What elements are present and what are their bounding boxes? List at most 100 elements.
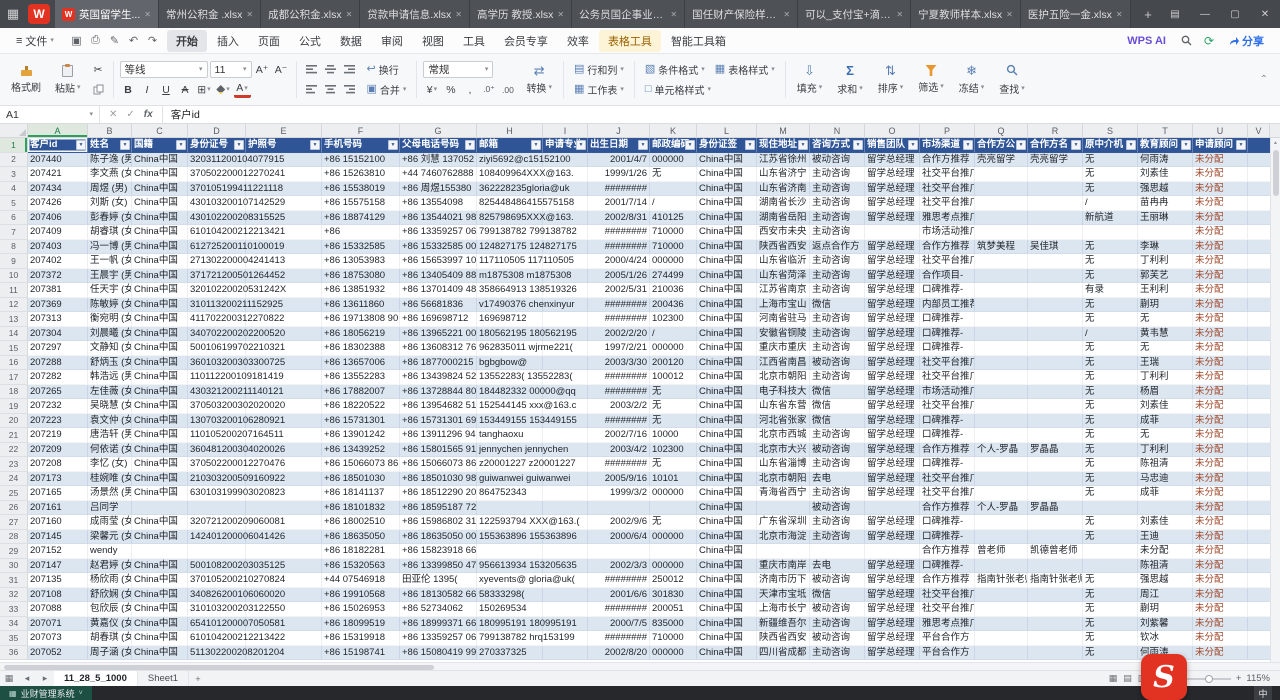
cell[interactable]: 河南省驻马 [757, 312, 810, 327]
cell[interactable]: China中国 [132, 573, 188, 588]
cell[interactable]: 未分配 [1193, 312, 1248, 327]
cell[interactable]: 留学总经理 [865, 515, 920, 530]
cell[interactable]: 个人-罗晶 [975, 443, 1028, 458]
cell[interactable]: 李琳 [1138, 240, 1193, 255]
cell[interactable] [1028, 211, 1083, 226]
cell[interactable]: 被动咨询 [810, 631, 865, 646]
cell[interactable]: 成菲 [1138, 414, 1193, 429]
cell[interactable]: +86 19713808 90 [322, 312, 400, 327]
system-name-dropdown[interactable]: ▦业财管理系统˅ [0, 686, 92, 700]
cell[interactable]: 207288 [28, 356, 88, 371]
cell[interactable]: bgbgbow@ [477, 356, 543, 371]
cell[interactable]: +86 15080419 99 [400, 646, 477, 661]
cell[interactable]: 未分配 [1193, 254, 1248, 269]
cell[interactable]: 被动咨询 [810, 501, 865, 516]
cell[interactable]: +86 18874129 [322, 211, 400, 226]
cell[interactable]: 155363896 155363896 [477, 530, 543, 545]
cell[interactable]: 未分配 [1193, 356, 1248, 371]
cell[interactable]: +86 13439824 52 [400, 370, 477, 385]
cell[interactable] [1028, 356, 1083, 371]
filter-icon[interactable]: ▼ [798, 140, 808, 150]
cell[interactable]: 赵君婷 (女 [88, 559, 132, 574]
cell[interactable]: 合作方推荐 [920, 501, 975, 516]
cell[interactable]: China中国 [132, 428, 188, 443]
cell[interactable]: 有录 [1083, 283, 1138, 298]
cell[interactable]: 未分配 [1193, 617, 1248, 632]
cell[interactable]: China中国 [697, 414, 757, 429]
cell[interactable]: 钦冰 [1138, 631, 1193, 646]
cell[interactable]: 无 [1083, 414, 1138, 429]
cell[interactable] [975, 385, 1028, 400]
filter-icon[interactable]: ▼ [576, 140, 586, 150]
cell[interactable]: 任天宇 (女 [88, 283, 132, 298]
row-number[interactable]: 24 [0, 472, 28, 487]
cell[interactable]: 主动咨询 [810, 486, 865, 501]
sheet-tab[interactable]: 11_28_5_1000 [54, 671, 138, 686]
cell[interactable]: 王迪 [1138, 530, 1193, 545]
cell[interactable]: 180562195 180562195 [477, 327, 543, 342]
cell[interactable]: 出生日期▼ [588, 138, 650, 153]
cell[interactable]: 合作方推荐 [920, 240, 975, 255]
cell[interactable]: 207173 [28, 472, 88, 487]
cell[interactable]: 200051 [650, 602, 697, 617]
zoom-in-icon[interactable]: + [1236, 673, 1242, 684]
menu-tab[interactable]: 工具 [454, 30, 494, 52]
filter-icon[interactable]: ▼ [176, 140, 186, 150]
filter-icon[interactable]: ▼ [853, 140, 863, 150]
cell[interactable]: +86 15986802 31 [400, 515, 477, 530]
cell[interactable]: +86 15538019 [322, 182, 400, 197]
cell[interactable]: 销售团队▼ [865, 138, 920, 153]
cell[interactable]: China中国 [132, 399, 188, 414]
sum-button[interactable]: Σ求和▾ [832, 61, 868, 98]
cell[interactable]: 口碑推荐- [920, 530, 975, 545]
cell[interactable]: 王利利 [1138, 283, 1193, 298]
freeze-button[interactable]: ❄冻结▾ [954, 62, 990, 97]
cell[interactable]: 511302200208201204 [188, 646, 246, 661]
cell[interactable]: 207421 [28, 167, 88, 182]
cell[interactable]: China中国 [132, 298, 188, 313]
cell[interactable]: China中国 [132, 341, 188, 356]
filter-icon[interactable]: ▼ [1126, 140, 1136, 150]
cell[interactable]: China中国 [697, 356, 757, 371]
cell[interactable] [543, 646, 588, 661]
cell[interactable]: 207402 [28, 254, 88, 269]
cell[interactable] [1028, 312, 1083, 327]
cell[interactable] [975, 298, 1028, 313]
cell[interactable]: 主动咨询 [810, 341, 865, 356]
cell[interactable]: 罗晶晶 [1028, 443, 1083, 458]
cell[interactable]: 北京市海淀 [757, 530, 810, 545]
cell[interactable]: 留学总经理 [865, 240, 920, 255]
cell[interactable]: 未分配 [1193, 370, 1248, 385]
row-number[interactable]: 23 [0, 457, 28, 472]
cell[interactable]: ######## [588, 240, 650, 255]
cell[interactable]: 黄嘉仪 (女 [88, 617, 132, 632]
cell[interactable]: +86 15152100 [322, 153, 400, 168]
cell[interactable]: 国籍▼ [132, 138, 188, 153]
cell[interactable]: China中国 [697, 327, 757, 342]
cell[interactable]: 合作方名▼ [1028, 138, 1083, 153]
cell[interactable]: 122593794 XXX@163.( [477, 515, 543, 530]
cell[interactable]: 新航道 [1083, 211, 1138, 226]
cell[interactable]: 何依诺 (女 [88, 443, 132, 458]
cell[interactable]: tanghaoxu [477, 428, 543, 443]
sheet-tab[interactable]: Sheet1 [138, 671, 189, 686]
cell[interactable]: 蒯玥 [1138, 298, 1193, 313]
cell[interactable]: China中国 [132, 167, 188, 182]
cell[interactable]: 留学总经理 [865, 559, 920, 574]
cell[interactable]: 207403 [28, 240, 88, 255]
cell[interactable]: ######## [588, 182, 650, 197]
cell[interactable]: 371721200501264452 [188, 269, 246, 284]
cell[interactable] [188, 501, 246, 516]
cloud-sync-icon[interactable]: ⟳ [1198, 34, 1220, 48]
cell[interactable]: 文静知 (女 [88, 341, 132, 356]
cell[interactable]: 207147 [28, 559, 88, 574]
cell[interactable]: 200436 [650, 298, 697, 313]
cell[interactable]: 成雨莹 (女 [88, 515, 132, 530]
cell[interactable]: 留学总经理 [865, 457, 920, 472]
cell[interactable]: China中国 [132, 559, 188, 574]
cell[interactable]: 962835011 wjrme221( [477, 341, 543, 356]
cell[interactable]: 合作方推荐 [920, 443, 975, 458]
cell[interactable] [1028, 646, 1083, 661]
cell[interactable]: 市场活动推广 [920, 225, 975, 240]
cell[interactable]: +86 13359257 06 [400, 631, 477, 646]
